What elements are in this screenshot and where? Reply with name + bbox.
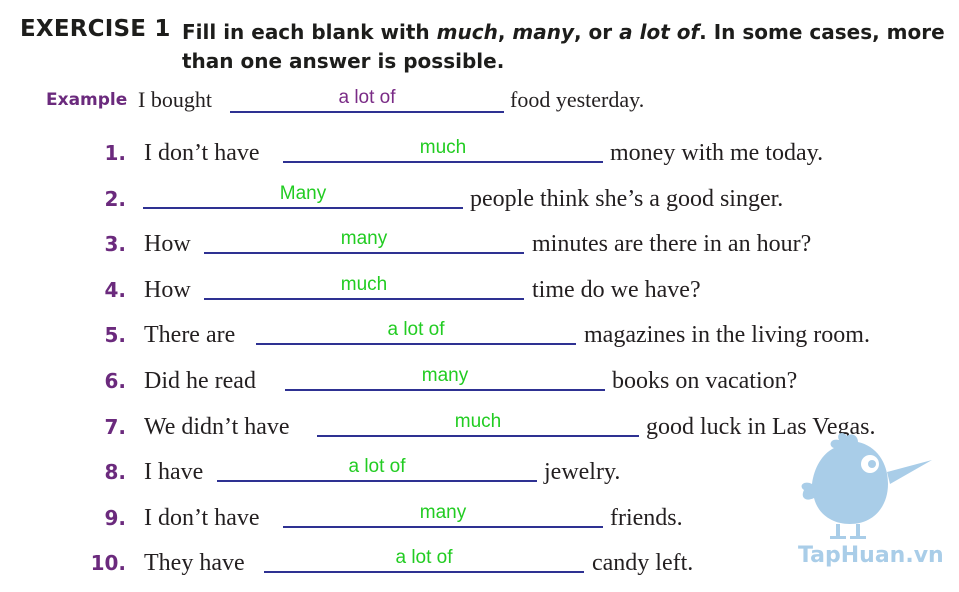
answer-text: much	[454, 411, 502, 432]
item-text-before: I don’t have	[144, 505, 260, 531]
answer-blank[interactable]: many	[285, 365, 605, 391]
instr-much: much	[436, 20, 498, 44]
instr-a-lot-of: a lot of	[619, 20, 700, 44]
exercise-title: EXERCISE 1	[20, 16, 171, 42]
item-number: 4.	[104, 278, 126, 302]
item-text-after: magazines in the living room.	[584, 322, 870, 348]
item-text-before: How	[144, 231, 191, 257]
item-text-before: We didn’t have	[144, 414, 290, 440]
answer-text: a lot of	[395, 547, 453, 568]
answer-text: Many	[279, 183, 327, 204]
item-text-after: candy left.	[592, 550, 694, 576]
exercise-item-1: 1. I don’t have much money with me today.	[0, 136, 959, 170]
item-text-after: friends.	[610, 505, 683, 531]
answer-blank[interactable]: Many	[143, 183, 463, 209]
answer-blank[interactable]: much	[317, 411, 639, 437]
exercise-item-6: 6. Did he read many books on vacation?	[0, 364, 959, 398]
answer-text: a lot of	[348, 456, 406, 477]
instr-text-3: , or	[574, 20, 620, 44]
item-number: 6.	[104, 369, 126, 393]
item-text-before: I don’t have	[144, 140, 260, 166]
answer-text: much	[340, 274, 388, 295]
item-text-before: There are	[144, 322, 236, 348]
item-number: 7.	[104, 415, 126, 439]
example-label: Example	[46, 90, 128, 110]
answer-blank[interactable]: many	[204, 228, 524, 254]
answer-text: many	[421, 365, 469, 386]
answer-text: many	[419, 502, 467, 523]
item-text-after: minutes are there in an hour?	[532, 231, 812, 257]
instr-many: many	[512, 20, 574, 44]
item-number: 2.	[104, 187, 126, 211]
example-before: I bought	[138, 87, 212, 112]
item-text-after: money with me today.	[610, 140, 824, 166]
answer-text: a lot of	[387, 319, 445, 340]
answer-blank[interactable]: a lot of	[264, 547, 584, 573]
item-text-before: How	[144, 277, 191, 303]
item-text-after: jewelry.	[544, 459, 621, 485]
exercise-item-2: 2. Many people think she’s a good singer.	[0, 182, 959, 216]
item-text-after: books on vacation?	[612, 368, 798, 394]
exercise-item-3: 3. How many minutes are there in an hour?	[0, 227, 959, 261]
answer-blank[interactable]: a lot of	[217, 456, 537, 482]
item-text-before: They have	[144, 550, 245, 576]
instructions: Fill in each blank with much, many, or a…	[182, 18, 952, 76]
item-text-before: Did he read	[144, 368, 256, 394]
answer-text: much	[419, 137, 467, 158]
watermark-text: TapHuan.vn	[798, 543, 944, 568]
item-number: 1.	[104, 141, 126, 165]
answer-blank[interactable]: many	[283, 502, 603, 528]
answer-blank[interactable]: much	[283, 137, 603, 163]
item-text-before: I have	[144, 459, 204, 485]
item-number: 3.	[104, 232, 126, 256]
item-number: 9.	[104, 506, 126, 530]
example-row: Example I bought a lot of food yesterday…	[46, 86, 746, 116]
exercise-item-5: 5. There are a lot of magazines in the livi…	[0, 318, 959, 352]
instr-text-1: Fill in each blank with	[182, 20, 437, 44]
exercise-header: EXERCISE 1 Fill in each blank with much,…	[20, 14, 950, 76]
example-answer: a lot of	[338, 87, 396, 108]
item-number: 5.	[104, 323, 126, 347]
item-number: 10.	[90, 551, 126, 575]
answer-blank[interactable]: a lot of	[256, 319, 576, 345]
instr-text-2: ,	[497, 20, 513, 44]
item-number: 8.	[104, 460, 126, 484]
item-text-after: people think she’s a good singer.	[470, 186, 784, 212]
example-blank[interactable]: a lot of	[230, 87, 504, 113]
example-after: food yesterday.	[510, 87, 645, 112]
answer-text: many	[340, 228, 388, 249]
exercise-item-4: 4. How much time do we have?	[0, 273, 959, 307]
item-text-after: time do we have?	[532, 277, 701, 303]
answer-blank[interactable]: much	[204, 274, 524, 300]
bird-mascot-icon	[801, 433, 932, 539]
